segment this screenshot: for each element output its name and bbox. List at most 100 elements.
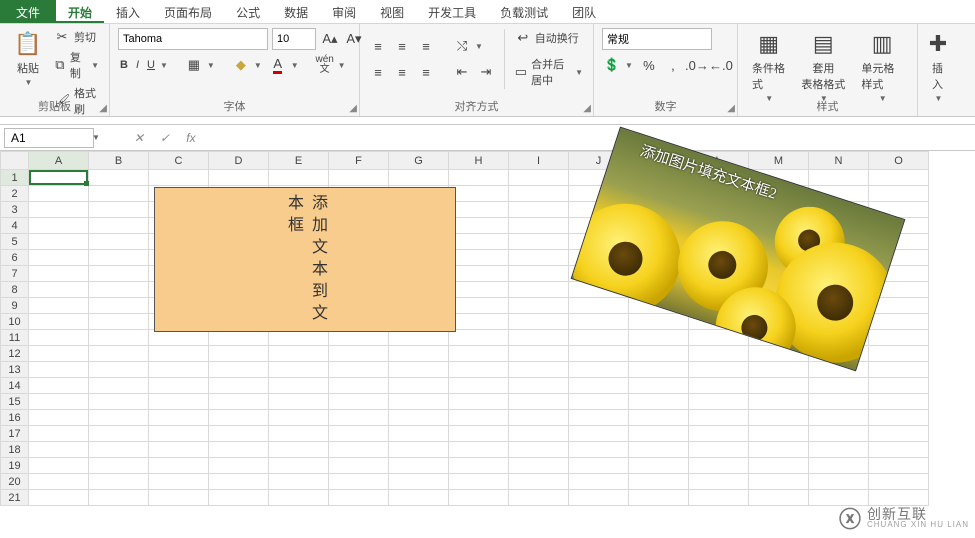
row-header-8[interactable]: 8 xyxy=(1,282,29,298)
cell-A12[interactable] xyxy=(29,346,89,362)
cell-A4[interactable] xyxy=(29,218,89,234)
cell-D16[interactable] xyxy=(209,410,269,426)
cell-G16[interactable] xyxy=(389,410,449,426)
dec-decimal-button[interactable]: ←.0 xyxy=(711,56,731,74)
cell-H2[interactable] xyxy=(449,186,509,202)
cell-I6[interactable] xyxy=(509,250,569,266)
cell-N20[interactable] xyxy=(809,474,869,490)
tab-layout[interactable]: 页面布局 xyxy=(152,0,224,23)
cell-L13[interactable] xyxy=(689,362,749,378)
cell-I17[interactable] xyxy=(509,426,569,442)
cell-A18[interactable] xyxy=(29,442,89,458)
cell-H3[interactable] xyxy=(449,202,509,218)
row-header-7[interactable]: 7 xyxy=(1,266,29,282)
number-format-combo[interactable] xyxy=(602,28,712,50)
cell-A6[interactable] xyxy=(29,250,89,266)
cell-B10[interactable] xyxy=(89,314,149,330)
cell-A7[interactable] xyxy=(29,266,89,282)
select-all-corner[interactable] xyxy=(1,152,29,170)
text-box-shape-1[interactable]: 添加文本到文本框 xyxy=(154,187,456,332)
cell-F12[interactable] xyxy=(329,346,389,362)
tab-home[interactable]: 开始 xyxy=(56,0,104,23)
cell-D18[interactable] xyxy=(209,442,269,458)
cell-D21[interactable] xyxy=(209,490,269,506)
cell-C16[interactable] xyxy=(149,410,209,426)
cell-I18[interactable] xyxy=(509,442,569,458)
dialog-launcher-icon[interactable]: ◢ xyxy=(349,103,357,114)
cell-H16[interactable] xyxy=(449,410,509,426)
cell-O19[interactable] xyxy=(869,458,929,474)
cell-O17[interactable] xyxy=(869,426,929,442)
cell-B15[interactable] xyxy=(89,394,149,410)
indent-dec-button[interactable]: ⇤ xyxy=(452,63,472,81)
cell-H12[interactable] xyxy=(449,346,509,362)
cell-D1[interactable] xyxy=(209,170,269,186)
cell-G14[interactable] xyxy=(389,378,449,394)
col-header-G[interactable]: G xyxy=(389,152,449,170)
cell-B5[interactable] xyxy=(89,234,149,250)
copy-button[interactable]: ⧉复制▼ xyxy=(52,48,101,82)
cell-C17[interactable] xyxy=(149,426,209,442)
row-header-1[interactable]: 1 xyxy=(1,170,29,186)
cell-G18[interactable] xyxy=(389,442,449,458)
cell-M21[interactable] xyxy=(749,490,809,506)
row-header-2[interactable]: 2 xyxy=(1,186,29,202)
cell-B6[interactable] xyxy=(89,250,149,266)
cell-A3[interactable] xyxy=(29,202,89,218)
cell-G21[interactable] xyxy=(389,490,449,506)
align-top-button[interactable]: ≡ xyxy=(368,37,388,55)
cell-G13[interactable] xyxy=(389,362,449,378)
cell-H14[interactable] xyxy=(449,378,509,394)
cell-J10[interactable] xyxy=(569,314,629,330)
tab-team[interactable]: 团队 xyxy=(560,0,608,23)
cell-G20[interactable] xyxy=(389,474,449,490)
cell-N17[interactable] xyxy=(809,426,869,442)
cell-G1[interactable] xyxy=(389,170,449,186)
cell-H8[interactable] xyxy=(449,282,509,298)
cell-A13[interactable] xyxy=(29,362,89,378)
cell-I3[interactable] xyxy=(509,202,569,218)
cell-L19[interactable] xyxy=(689,458,749,474)
cell-H9[interactable] xyxy=(449,298,509,314)
dialog-launcher-icon[interactable]: ◢ xyxy=(727,103,735,114)
cell-I7[interactable] xyxy=(509,266,569,282)
cell-M18[interactable] xyxy=(749,442,809,458)
cell-F18[interactable] xyxy=(329,442,389,458)
col-header-F[interactable]: F xyxy=(329,152,389,170)
cell-I5[interactable] xyxy=(509,234,569,250)
cell-H17[interactable] xyxy=(449,426,509,442)
cell-H15[interactable] xyxy=(449,394,509,410)
cell-I10[interactable] xyxy=(509,314,569,330)
row-header-11[interactable]: 11 xyxy=(1,330,29,346)
cell-A10[interactable] xyxy=(29,314,89,330)
cell-B14[interactable] xyxy=(89,378,149,394)
cell-K20[interactable] xyxy=(629,474,689,490)
cell-K19[interactable] xyxy=(629,458,689,474)
cell-I11[interactable] xyxy=(509,330,569,346)
fill-color-button[interactable]: ◆▼ xyxy=(231,56,264,74)
cell-H7[interactable] xyxy=(449,266,509,282)
row-header-10[interactable]: 10 xyxy=(1,314,29,330)
align-center-button[interactable]: ≡ xyxy=(392,63,412,81)
row-header-5[interactable]: 5 xyxy=(1,234,29,250)
comma-button[interactable]: , xyxy=(663,56,683,74)
row-header-16[interactable]: 16 xyxy=(1,410,29,426)
cell-H10[interactable] xyxy=(449,314,509,330)
cell-N18[interactable] xyxy=(809,442,869,458)
inc-decimal-button[interactable]: .0→ xyxy=(687,56,707,74)
cell-A11[interactable] xyxy=(29,330,89,346)
row-header-19[interactable]: 19 xyxy=(1,458,29,474)
cell-C15[interactable] xyxy=(149,394,209,410)
cell-J16[interactable] xyxy=(569,410,629,426)
cell-B7[interactable] xyxy=(89,266,149,282)
cut-button[interactable]: ✂剪切 xyxy=(52,28,101,46)
percent-button[interactable]: % xyxy=(639,56,659,74)
cell-B16[interactable] xyxy=(89,410,149,426)
row-header-18[interactable]: 18 xyxy=(1,442,29,458)
cell-C18[interactable] xyxy=(149,442,209,458)
cell-D14[interactable] xyxy=(209,378,269,394)
cell-C21[interactable] xyxy=(149,490,209,506)
wrap-text-button[interactable]: ↩自动换行 xyxy=(513,29,585,47)
cell-O10[interactable] xyxy=(869,314,929,330)
cell-A15[interactable] xyxy=(29,394,89,410)
